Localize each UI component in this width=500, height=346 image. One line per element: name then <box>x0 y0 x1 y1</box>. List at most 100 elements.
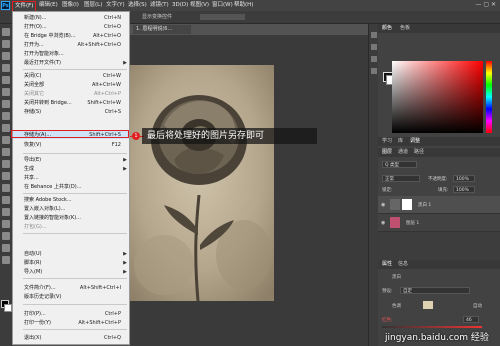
menu-item-open-as[interactable]: 打开为... Alt+Shift+Ctrl+O <box>13 41 129 49</box>
brush-tool-icon[interactable] <box>2 112 10 120</box>
hue-slider[interactable] <box>486 61 492 133</box>
menu-filter[interactable]: 滤镜(T) <box>148 1 171 10</box>
menu-item-close-all[interactable]: 关闭全部 Alt+Ctrl+W <box>13 81 129 89</box>
background-color-swatch[interactable] <box>4 304 12 312</box>
menu-item-new[interactable]: 新建(N)... Ctrl+N <box>13 14 129 22</box>
path-select-tool-icon[interactable] <box>2 220 10 228</box>
align-icons[interactable] <box>200 14 245 20</box>
menu-item-browse-bridge[interactable]: 在 Bridge 中浏览(B)... Alt+Ctrl+O <box>13 32 129 40</box>
type-tool-icon[interactable] <box>2 208 10 216</box>
menu-image[interactable]: 图像(I) <box>60 1 81 10</box>
tab-paths[interactable]: 路径 <box>414 148 424 157</box>
menu-item-import[interactable]: 导入(M) ▶ <box>13 268 129 276</box>
tab-info[interactable]: 信息 <box>398 260 408 269</box>
layer-kind-filter[interactable]: Q 类型 <box>382 161 417 168</box>
properties-icon[interactable] <box>371 44 377 50</box>
layer-row-layer1[interactable]: ◉ 图层 1 <box>378 214 500 232</box>
file-menu-dropdown: 新建(N)... Ctrl+N 打开(O)... Ctrl+O 在 Bridge 中… <box>12 11 130 345</box>
visibility-eye-icon[interactable]: ◉ <box>381 220 385 226</box>
preset-select[interactable]: 自定 <box>400 287 470 294</box>
menu-item-save[interactable]: 存储(S) Ctrl+S <box>13 108 129 116</box>
opacity-field[interactable]: 100% <box>453 175 475 182</box>
gradient-tool-icon[interactable] <box>2 160 10 168</box>
stamp-tool-icon[interactable] <box>2 124 10 132</box>
menu-item-search-stock[interactable]: 搜索 Adobe Stock... <box>13 196 129 204</box>
menu-item-label: 搜索 Adobe Stock... <box>24 197 72 203</box>
tab-properties[interactable]: 属性 <box>382 260 392 269</box>
dodge-tool-icon[interactable] <box>2 184 10 192</box>
menu-layer[interactable]: 图层(L) <box>82 1 104 10</box>
menu-item-package[interactable]: 打包(G)... <box>13 223 129 231</box>
menu-help[interactable]: 帮助(H) <box>232 1 255 10</box>
marquee-tool-icon[interactable] <box>2 40 10 48</box>
brush-settings-icon[interactable] <box>371 68 377 74</box>
menu-item-file-info[interactable]: 文件简介(F)... Alt+Shift+Ctrl+I <box>13 284 129 292</box>
lasso-tool-icon[interactable] <box>2 52 10 60</box>
healing-tool-icon[interactable] <box>2 100 10 108</box>
tint-checkbox-label[interactable]: 色调 <box>392 303 401 309</box>
shape-tool-icon[interactable] <box>2 232 10 240</box>
menu-item-place-linked[interactable]: 置入链接的智能对象(K)... <box>13 214 129 222</box>
fill-label: 填充: <box>438 188 449 193</box>
hand-tool-icon[interactable] <box>2 244 10 252</box>
history-brush-tool-icon[interactable] <box>2 136 10 144</box>
menu-item-open[interactable]: 打开(O)... Ctrl+O <box>13 23 129 31</box>
tab-channels[interactable]: 通道 <box>398 148 408 157</box>
eyedropper-tool-icon[interactable] <box>2 88 10 96</box>
menu-item-open-smart-object[interactable]: 打开为智能对象... <box>13 50 129 58</box>
history-icon[interactable] <box>371 32 377 38</box>
layer-row-black-white[interactable]: ◉ 黑白 1 <box>378 196 500 214</box>
menu-item-exit[interactable]: 退出(X) Ctrl+Q <box>13 334 129 342</box>
document-tab[interactable]: 1. 眉程明锐(6… <box>133 25 191 34</box>
eraser-tool-icon[interactable] <box>2 148 10 156</box>
menu-item-share-behance[interactable]: 在 Behance 上共享(D)... <box>13 183 129 191</box>
tab-libraries[interactable]: 库 <box>398 137 403 146</box>
menu-item-revert[interactable]: 恢复(V) F12 <box>13 141 129 149</box>
menu-item-recent-files[interactable]: 最近打开文件(T) ▶ <box>13 59 129 67</box>
paragraph-icon[interactable] <box>371 56 377 62</box>
fill-field[interactable]: 100% <box>453 186 475 193</box>
menu-type[interactable]: 文字(Y) <box>104 1 127 10</box>
red-slider-track[interactable] <box>382 326 482 328</box>
color-picker-field[interactable] <box>392 61 483 133</box>
pen-tool-icon[interactable] <box>2 196 10 204</box>
transform-controls-label[interactable]: 显示变换控件 <box>142 13 172 20</box>
zoom-tool-icon[interactable] <box>2 256 10 264</box>
auto-button[interactable]: 自动 <box>473 303 482 309</box>
menu-edit[interactable]: 编辑(E) <box>37 1 60 10</box>
menu-item-close-others[interactable]: 关闭其它 Alt+Ctrl+P <box>13 90 129 98</box>
menu-item-place-embedded[interactable]: 置入嵌入对象(L)... <box>13 205 129 213</box>
menu-item-print[interactable]: 打印(P)... Ctrl+P <box>13 310 129 318</box>
menu-item-close[interactable]: 关闭(C) Ctrl+W <box>13 72 129 80</box>
menu-view[interactable]: 视图(V) <box>188 1 211 10</box>
menu-item-label: 打印一份(Y) <box>24 320 51 326</box>
menu-item-label: 打印(P)... <box>24 311 46 317</box>
tint-color-swatch[interactable] <box>423 301 433 309</box>
window-controls[interactable]: — ▢ ✕ <box>475 1 496 8</box>
tab-adjustments[interactable]: 调整 <box>410 137 420 146</box>
tab-learn[interactable]: 学习 <box>382 137 392 146</box>
tab-layers[interactable]: 图层 <box>382 148 392 157</box>
menu-item-export[interactable]: 导出(E) ▶ <box>13 156 129 164</box>
tab-swatches[interactable]: 色板 <box>400 24 410 33</box>
menu-item-label: 置入链接的智能对象(K)... <box>24 215 81 221</box>
menu-item-print-one[interactable]: 打印一份(Y) Alt+Shift+Ctrl+P <box>13 319 129 327</box>
red-value-field[interactable]: 46 <box>463 316 479 323</box>
menu-item-close-go-bridge[interactable]: 关闭并转到 Bridge... Shift+Ctrl+W <box>13 99 129 107</box>
menu-select[interactable]: 选择(S) <box>126 1 149 10</box>
menu-item-version-history[interactable]: 版本历史记录(V) <box>13 293 129 301</box>
menu-item-generate[interactable]: 生成 ▶ <box>13 165 129 173</box>
blur-tool-icon[interactable] <box>2 172 10 180</box>
menu-item-label: 恢复(V) <box>24 142 42 148</box>
visibility-eye-icon[interactable]: ◉ <box>381 202 385 208</box>
adjustment-layer-thumb <box>390 199 400 210</box>
menu-item-scripts[interactable]: 脚本(R) ▶ <box>13 259 129 267</box>
menu-item-share[interactable]: 共享... <box>13 174 129 182</box>
move-tool-icon[interactable] <box>2 28 10 36</box>
crop-tool-icon[interactable] <box>2 76 10 84</box>
blend-mode-select[interactable]: 正常 <box>382 175 420 182</box>
tab-color[interactable]: 颜色 <box>382 24 392 33</box>
quick-select-tool-icon[interactable] <box>2 64 10 72</box>
save-as-highlight-box <box>11 130 129 138</box>
menu-item-automate[interactable]: 自动(U) ▶ <box>13 250 129 258</box>
